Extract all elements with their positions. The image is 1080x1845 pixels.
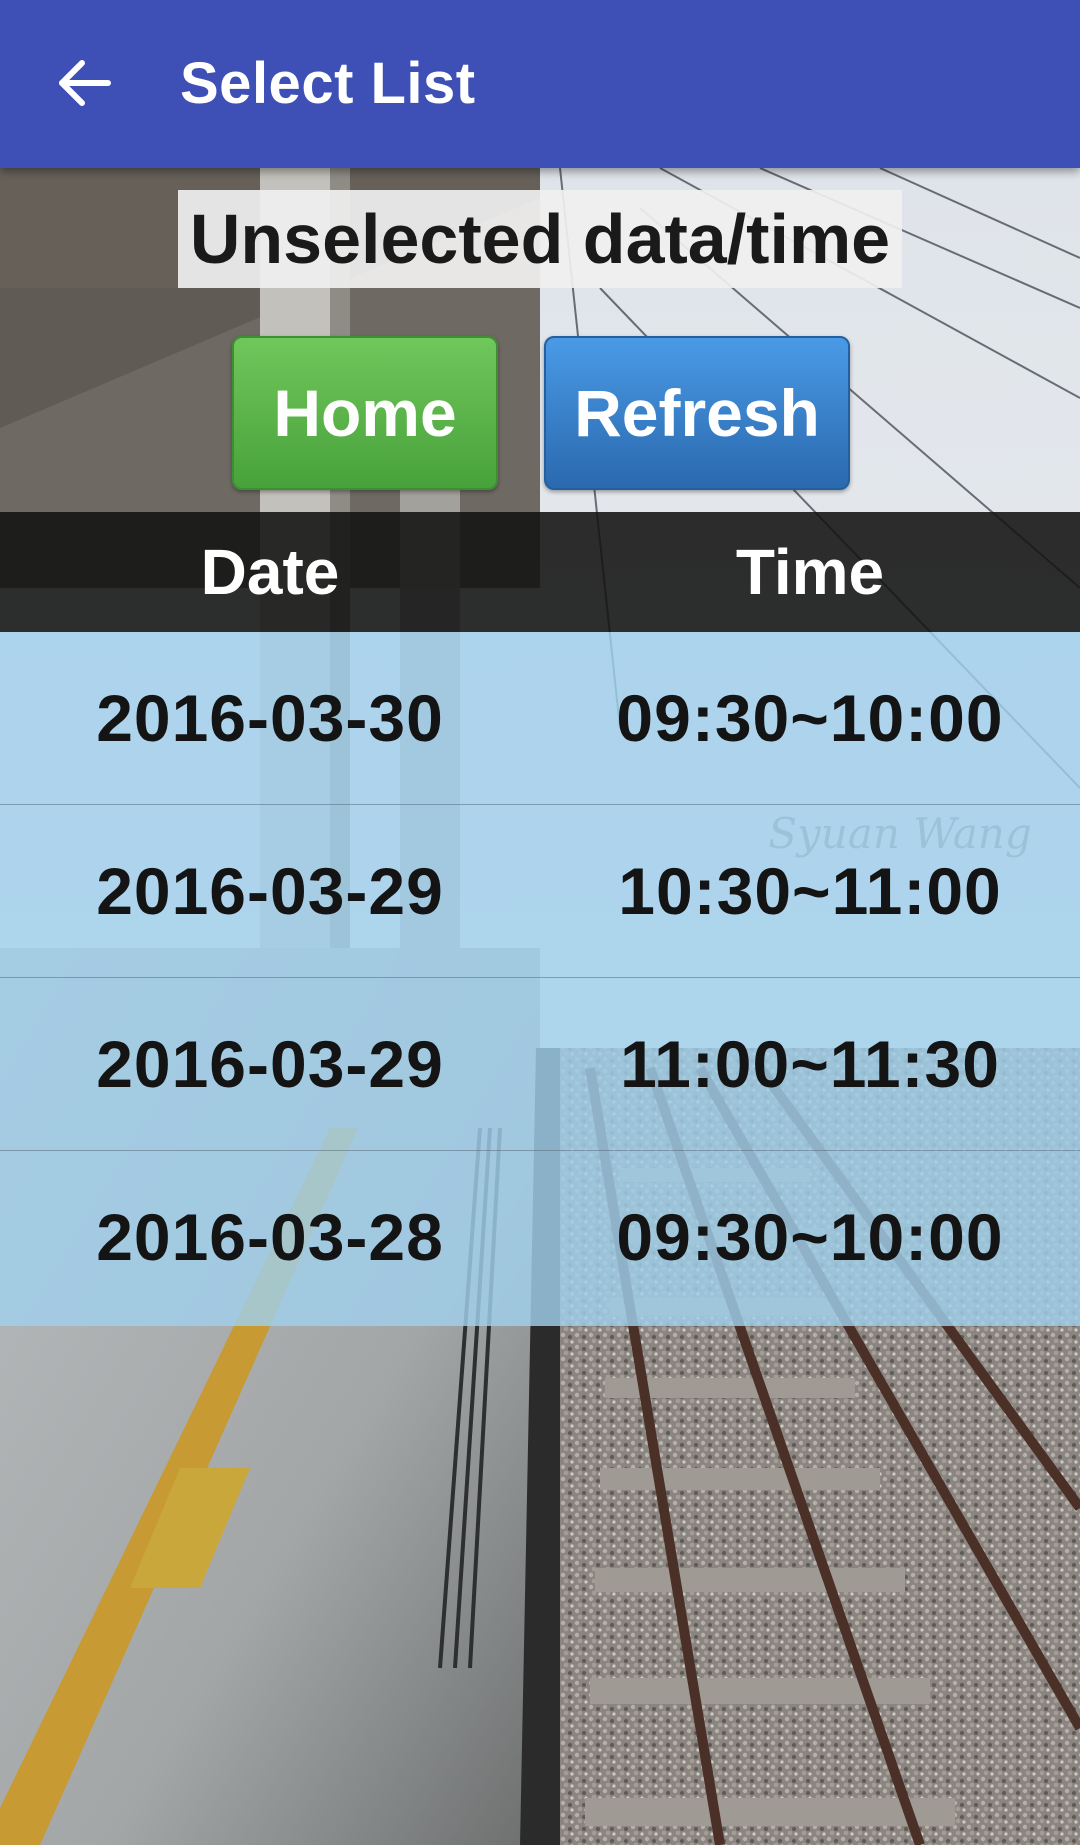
back-button[interactable]	[46, 46, 124, 124]
time-cell: 10:30~11:00	[618, 854, 1002, 928]
schedule-list: 2016-03-30 09:30~10:00 2016-03-29 10:30~…	[0, 632, 1080, 1326]
list-item[interactable]: 2016-03-29 10:30~11:00	[0, 805, 1080, 978]
selection-status-label: Unselected data/time	[178, 190, 902, 288]
date-cell: 2016-03-29	[96, 1027, 444, 1101]
refresh-button[interactable]: Refresh	[544, 336, 850, 490]
list-item[interactable]: 2016-03-29 11:00~11:30	[0, 978, 1080, 1151]
column-header-date: Date	[200, 536, 340, 608]
time-cell: 11:00~11:30	[620, 1027, 1000, 1101]
date-cell: 2016-03-30	[96, 681, 444, 755]
time-cell: 09:30~10:00	[616, 1200, 1004, 1274]
date-cell: 2016-03-29	[96, 854, 444, 928]
home-button[interactable]: Home	[232, 336, 498, 490]
list-item[interactable]: 2016-03-30 09:30~10:00	[0, 632, 1080, 805]
app-bar: Select List	[0, 0, 1080, 168]
arrow-left-icon	[58, 59, 112, 112]
list-item[interactable]: 2016-03-28 09:30~10:00	[0, 1151, 1080, 1326]
time-cell: 09:30~10:00	[616, 681, 1004, 755]
column-header-time: Time	[735, 536, 885, 608]
page-title: Select List	[180, 51, 476, 116]
select-list-screen: Syuan Wang Select List Unselected data/t…	[0, 0, 1080, 1845]
table-header: Date Time	[0, 512, 1080, 632]
date-cell: 2016-03-28	[96, 1200, 444, 1274]
